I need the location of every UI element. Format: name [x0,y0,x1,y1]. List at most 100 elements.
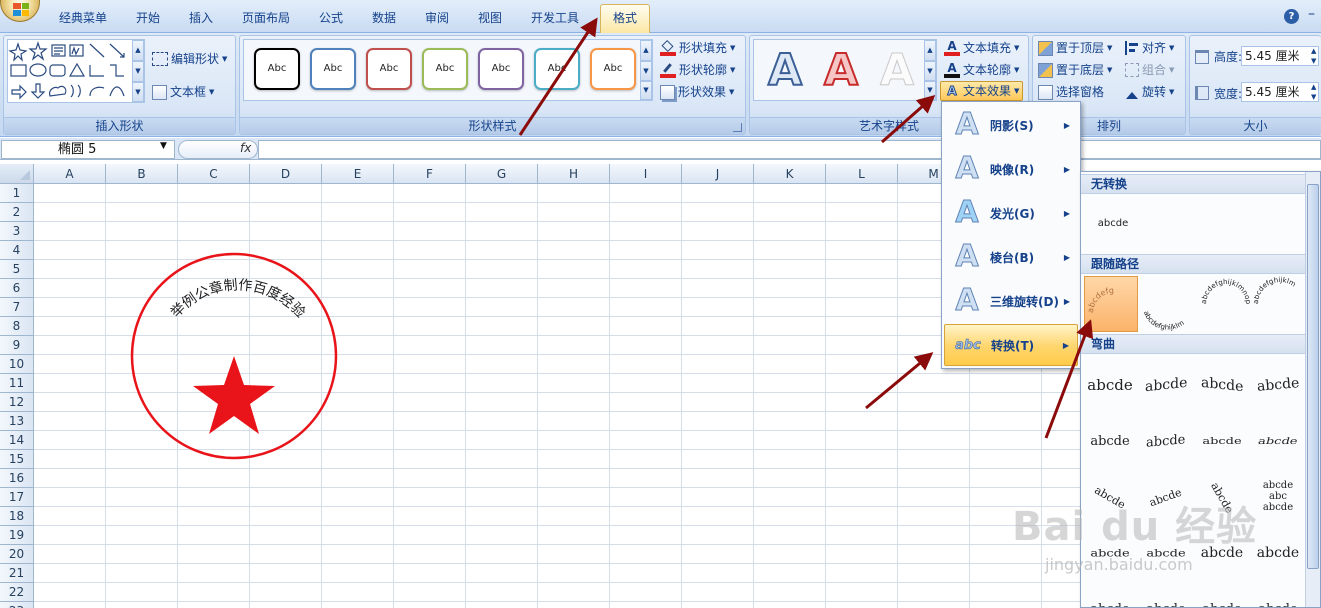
row-header[interactable]: 16 [0,469,34,488]
wordart-style-red[interactable]: A [816,45,866,97]
seal-arc-text[interactable]: 举例公章制作百度经验 [168,277,308,321]
menu-item-shadow[interactable]: A 阴影(S) ▶ [944,104,1078,146]
minimize-ribbon-icon[interactable]: – [1308,6,1315,22]
shape-outline-button[interactable]: 形状轮廓 ▼ [660,60,735,80]
row-header[interactable]: 18 [0,507,34,526]
row-header[interactable]: 2 [0,203,34,222]
tab-page-layout[interactable]: 页面布局 [238,9,294,33]
selection-pane-button[interactable]: 选择窗格 [1038,82,1104,102]
width-input[interactable]: 5.45 厘米 [1241,82,1319,102]
help-icon[interactable]: ? [1284,9,1299,24]
text-effects-button[interactable]: A 文本效果 ▼ [940,81,1024,101]
shape-fill-button[interactable]: 形状填充 ▼ [660,38,735,58]
shapes-scroll-down-icon[interactable]: ▼ [132,61,144,82]
row-header[interactable]: 15 [0,450,34,469]
row-header[interactable]: 9 [0,336,34,355]
shape-effects-button[interactable]: 形状效果 ▼ [660,82,734,102]
shape-style-swatch[interactable]: Abc [366,48,412,90]
column-header[interactable]: L [826,164,898,184]
shape-style-gallery[interactable]: Abc Abc Abc Abc Abc Abc Abc ▲ ▼ ▼ [243,39,653,101]
column-header[interactable]: D [250,164,322,184]
row-header[interactable]: 10 [0,355,34,374]
send-to-back-button[interactable]: 置于底层 ▼ [1038,60,1112,80]
wordart-more-icon[interactable]: ▼ [924,81,936,100]
transform-warp-option[interactable]: abcde [1253,416,1303,466]
transform-warp-option[interactable]: abcde [1085,416,1135,466]
column-header[interactable]: H [538,164,610,184]
transform-arch-up[interactable]: abcdefg [1084,276,1138,332]
menu-item-reflection[interactable]: A 映像(R) ▶ [944,148,1078,190]
text-fill-button[interactable]: A 文本填充 ▼ [944,38,1019,58]
tab-format[interactable]: 格式 [600,4,651,33]
row-header[interactable]: 23 [0,602,34,608]
transform-warp-option[interactable]: abcde [1197,584,1247,607]
menu-item-transform[interactable]: abc 转换(T) ▶ [944,324,1078,366]
column-header[interactable]: F [394,164,466,184]
row-header[interactable]: 19 [0,526,34,545]
transform-circle[interactable]: abcdefghijklmnop [1198,276,1254,332]
row-header[interactable]: 3 [0,222,34,241]
menu-item-bevel[interactable]: A 棱台(B) ▶ [944,236,1078,278]
column-header[interactable]: I [610,164,682,184]
transform-warp-option[interactable]: abcde [1197,360,1247,410]
text-outline-button[interactable]: A 文本轮廓 ▼ [944,60,1019,80]
transform-warp-option[interactable]: abcde [1141,416,1191,466]
rotate-button[interactable]: 旋转 ▼ [1125,82,1174,102]
width-spinner-icon[interactable]: ▲ ▼ [1311,82,1316,102]
column-header[interactable]: A [34,164,106,184]
row-header[interactable]: 12 [0,393,34,412]
shape-style-swatch[interactable]: Abc [478,48,524,90]
styles-scroll-down-icon[interactable]: ▼ [640,61,652,81]
transform-warp-option[interactable]: abcde [1253,360,1303,410]
shapes-scroll-up-icon[interactable]: ▲ [132,40,144,61]
transform-warp-option[interactable]: abcde [1141,584,1191,607]
styles-scroll-up-icon[interactable]: ▲ [640,40,652,61]
shapes-gallery[interactable]: ▲ ▼ ▼ [7,39,145,103]
shape-style-swatch[interactable]: Abc [310,48,356,90]
height-spinner-icon[interactable]: ▲ ▼ [1311,46,1316,66]
submenu-scrollbar-thumb[interactable] [1307,184,1319,569]
column-header[interactable]: C [178,164,250,184]
bring-to-front-button[interactable]: 置于顶层 ▼ [1038,38,1112,58]
wordart-scroll-up-icon[interactable]: ▲ [924,40,936,61]
row-header[interactable]: 6 [0,279,34,298]
select-all-button[interactable] [0,164,34,184]
row-header[interactable]: 7 [0,298,34,317]
row-header[interactable]: 4 [0,241,34,260]
seal-star-icon[interactable] [193,356,275,434]
column-header[interactable]: J [682,164,754,184]
row-header[interactable]: 13 [0,412,34,431]
row-header[interactable]: 14 [0,431,34,450]
align-button[interactable]: 对齐 ▼ [1125,38,1174,58]
row-header[interactable]: 5 [0,260,34,279]
formula-input[interactable] [258,140,1321,159]
wordart-style-outline[interactable]: A [760,45,810,97]
shape-style-swatch[interactable]: Abc [590,48,636,90]
dialog-launcher-icon[interactable] [733,123,742,132]
shapes-more-icon[interactable]: ▼ [132,82,144,102]
menu-item-glow[interactable]: A 发光(G) ▶ [944,192,1078,234]
row-header[interactable]: 20 [0,545,34,564]
shape-style-swatch[interactable]: Abc [534,48,580,90]
wordart-scroll-down-icon[interactable]: ▼ [924,61,936,81]
shape-style-swatch[interactable]: Abc [422,48,468,90]
column-header[interactable]: K [754,164,826,184]
tab-data[interactable]: 数据 [368,9,400,33]
group-button[interactable]: 组合 ▼ [1125,60,1174,80]
transform-warp-option[interactable]: abcde [1085,584,1135,607]
tab-home[interactable]: 开始 [132,9,164,33]
tab-view[interactable]: 视图 [474,9,506,33]
tab-insert[interactable]: 插入 [185,9,217,33]
row-header[interactable]: 8 [0,317,34,336]
name-box-dropdown-icon[interactable]: ▼ [160,141,167,151]
seal-shape[interactable]: 举例公章制作百度经验 [128,251,340,463]
transform-warp-option[interactable]: abcde [1141,360,1191,410]
wordart-gallery[interactable]: A A A ▲ ▼ ▼ [753,39,937,101]
edit-shape-button[interactable]: 编辑形状 ▼ [152,49,227,69]
transform-warp-option[interactable]: abcde [1253,584,1303,607]
transform-none[interactable]: abcde [1085,199,1141,249]
tab-classic-menu[interactable]: 经典菜单 [55,9,111,33]
transform-warp-option[interactable]: abcde abc abcde [1253,472,1303,522]
insert-function-icon[interactable]: fx [240,141,251,155]
menu-item-3d-rotation[interactable]: A 三维旋转(D) ▶ [944,280,1078,322]
